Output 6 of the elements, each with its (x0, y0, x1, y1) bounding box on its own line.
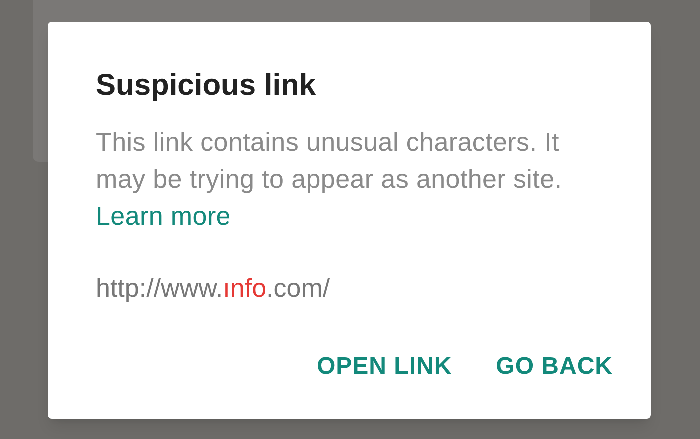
go-back-button[interactable]: GO BACK (496, 345, 613, 389)
open-link-button[interactable]: OPEN LINK (316, 345, 452, 389)
dialog-message: This link contains unusual characters. It may be trying to appear as another site. Learn more (96, 126, 564, 233)
dialog-title: Suspicious link (96, 68, 318, 104)
learn-more-link[interactable]: Learn more (96, 201, 231, 231)
url-text: http://www.ınfo.com/ (96, 272, 332, 305)
